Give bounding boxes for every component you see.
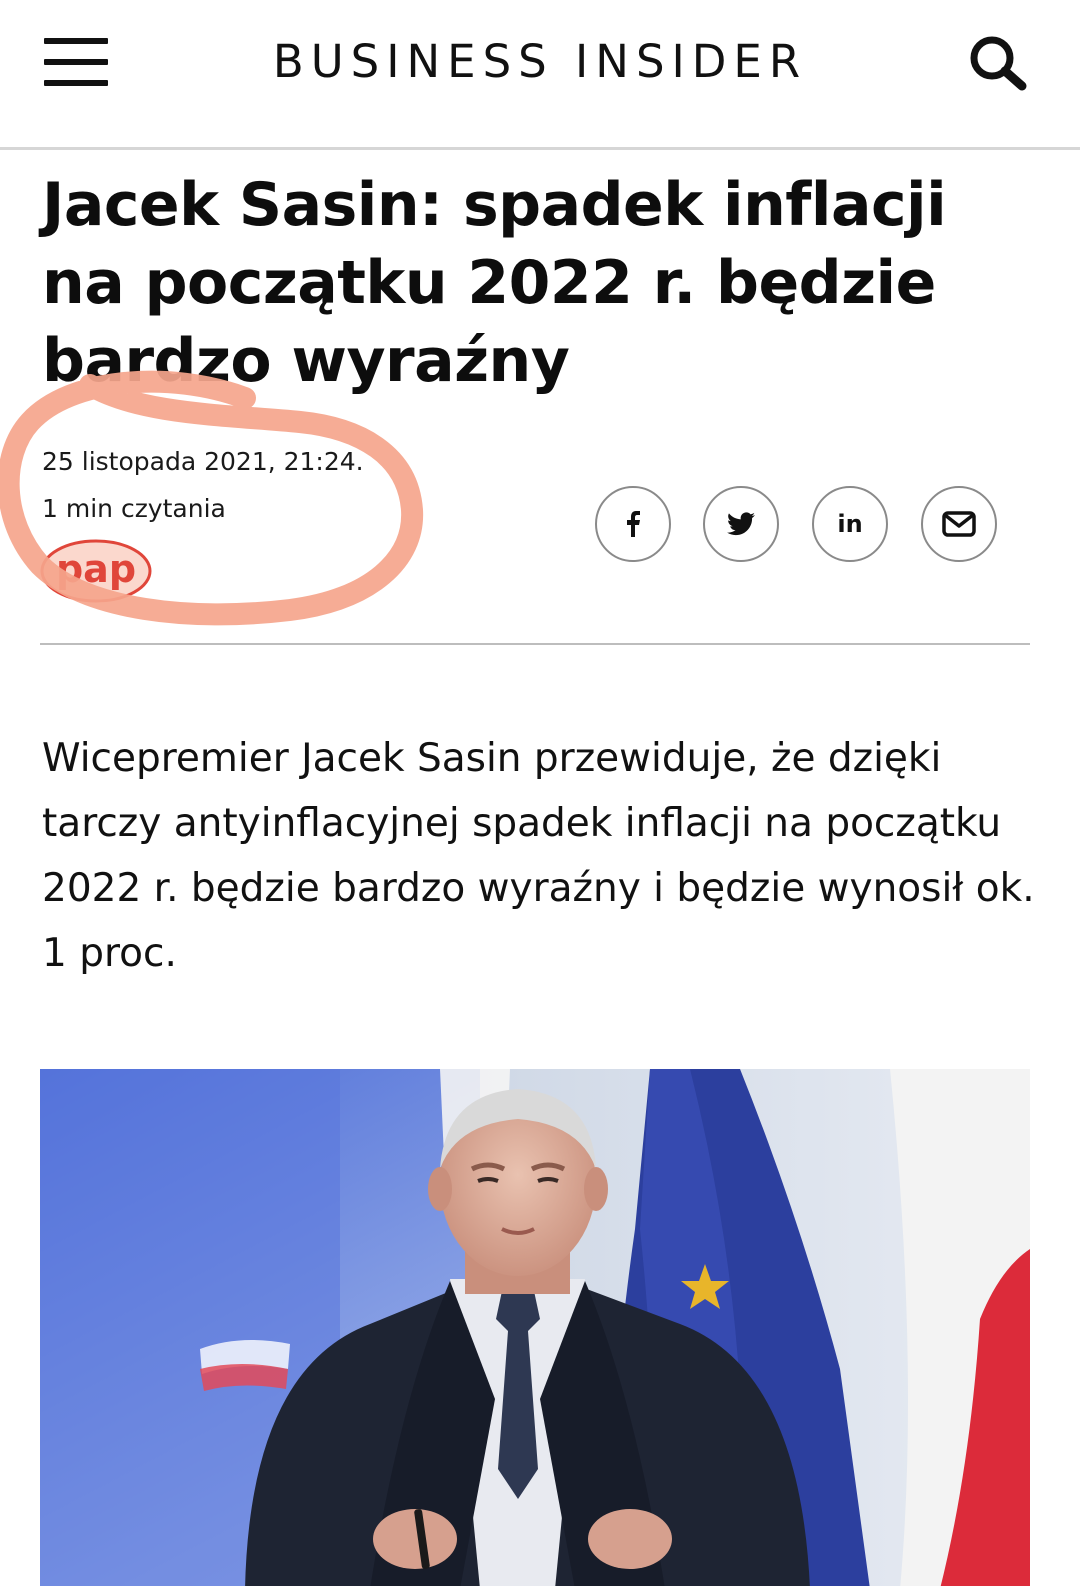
svg-text:pap: pap: [56, 547, 136, 591]
twitter-icon: [727, 512, 755, 536]
share-facebook-button[interactable]: [595, 486, 671, 562]
email-icon: [942, 511, 976, 537]
facebook-icon: [627, 511, 640, 537]
meta-divider: [40, 643, 1030, 645]
share-email-button[interactable]: [921, 486, 997, 562]
top-bar: BUSINESS INSIDER: [0, 0, 1080, 146]
article-headline: Jacek Sasin: spadek inflacji na początku…: [42, 170, 947, 396]
linkedin-icon: in: [837, 510, 863, 538]
header-divider: [0, 147, 1080, 150]
pap-source-logo[interactable]: pap: [40, 538, 152, 604]
article-hero-photo[interactable]: [40, 1069, 1030, 1586]
brand-logo[interactable]: BUSINESS INSIDER: [0, 36, 1080, 88]
article-lead: Wicepremier Jacek Sasin przewiduje, że d…: [42, 736, 1035, 976]
read-time: 1 min czytania: [42, 494, 226, 523]
share-linkedin-button[interactable]: in: [812, 486, 888, 562]
share-twitter-button[interactable]: [703, 486, 779, 562]
search-icon[interactable]: [964, 32, 1034, 92]
publish-date: 25 listopada 2021, 21:24.: [42, 447, 364, 476]
